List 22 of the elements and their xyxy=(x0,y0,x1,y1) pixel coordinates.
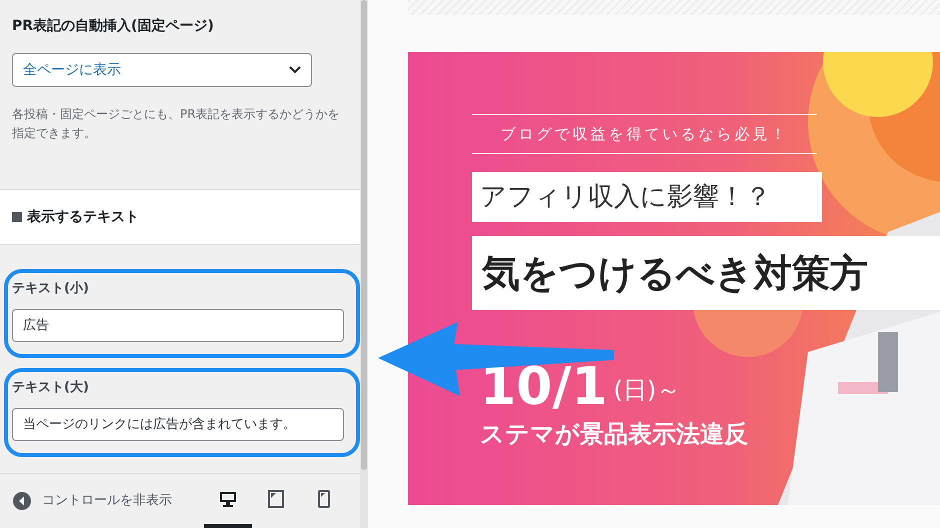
banner-note: ステマが景品表示法違反 xyxy=(480,419,749,450)
help-text: 各投稿・固定ページごとにも、PR表記を表示するかどうかを指定できます。 xyxy=(12,106,341,142)
field-label: テキスト(小) xyxy=(12,280,90,298)
tablet-icon xyxy=(268,490,284,508)
text-input[interactable]: 広告 xyxy=(12,308,344,342)
hide-controls-button[interactable]: コントロールを非表示 xyxy=(12,491,172,511)
banner-title: 気をつけるべき対策方 xyxy=(472,236,940,310)
setting-title: PR表記の自動挿入(固定ページ) xyxy=(12,16,215,36)
banner-date: 10/1 xyxy=(480,358,608,416)
square-icon xyxy=(12,212,22,222)
banner-weekday: (日)～ xyxy=(614,375,680,406)
banner-tagline: ブログで収益を得ているなら必見！ xyxy=(500,124,788,145)
scrollbar[interactable] xyxy=(360,0,368,528)
desktop-icon xyxy=(219,490,237,508)
smartphone-icon xyxy=(318,490,330,508)
back-circle-icon xyxy=(12,491,32,511)
section-title: 表示するテキスト xyxy=(27,208,139,226)
banner-headline: アフィリ収入に影響！？ xyxy=(472,172,822,222)
chevron-down-icon xyxy=(289,66,301,74)
display-select[interactable]: 全ページに表示 xyxy=(12,53,312,87)
field-label: テキスト(大) xyxy=(12,379,90,397)
text-input[interactable]: 当ページのリンクには広告が含まれています。 xyxy=(12,408,344,440)
